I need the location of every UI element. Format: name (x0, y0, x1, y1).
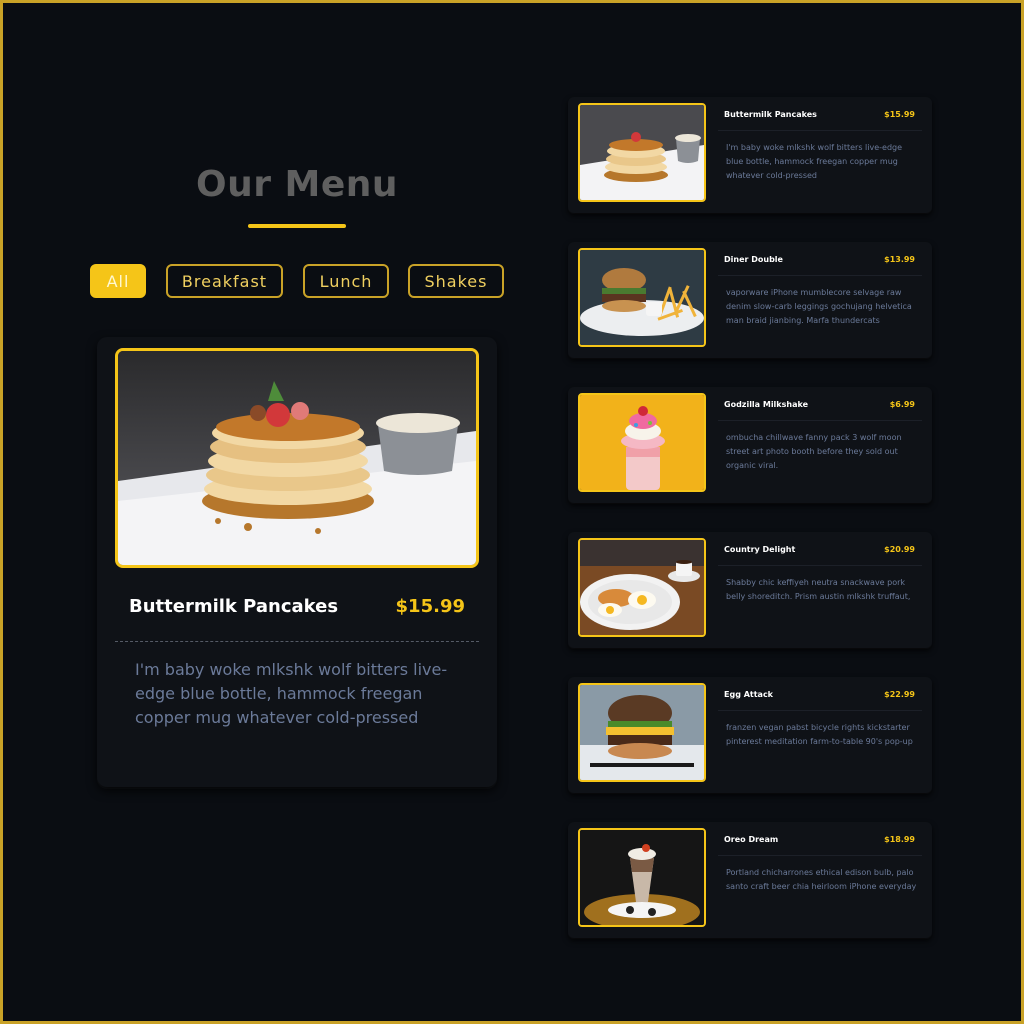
filter-breakfast-button[interactable]: Breakfast (166, 264, 283, 298)
title-underline (248, 224, 346, 228)
menu-item-price: $6.99 (889, 400, 915, 409)
menu-item-price: $20.99 (884, 545, 915, 554)
burger-thumbnail (578, 248, 706, 347)
filter-lunch-button[interactable]: Lunch (303, 264, 389, 298)
menu-item-card[interactable]: Diner Double $13.99 vaporware iPhone mum… (568, 242, 932, 358)
menu-item-card[interactable]: Buttermilk Pancakes $15.99 I'm baby woke… (568, 97, 932, 213)
menu-item-description: I'm baby woke mlkshk wolf bitters live-e… (726, 143, 903, 180)
menu-item-title: Oreo Dream (724, 835, 779, 844)
menu-item-card[interactable]: Godzilla Milkshake $6.99 ombucha chillwa… (568, 387, 932, 503)
menu-item-divider (718, 565, 922, 566)
featured-item-price: $15.99 (395, 596, 465, 617)
menu-item-title: Buttermilk Pancakes (724, 110, 817, 119)
menu-item-description: Portland chicharrones ethical edison bul… (726, 868, 917, 891)
menu-item-title: Godzilla Milkshake (724, 400, 809, 409)
menu-item-divider (718, 855, 922, 856)
menu-item-divider (718, 130, 922, 131)
menu-item-divider (718, 710, 922, 711)
filter-all-button[interactable]: All (90, 264, 146, 298)
menu-item-price: $18.99 (884, 835, 915, 844)
menu-item-description: franzen vegan pabst bicycle rights kicks… (726, 723, 913, 746)
breakfast-plate-thumbnail (578, 538, 706, 637)
featured-item-description: I'm baby woke mlkshk wolf bitters live-e… (135, 660, 448, 727)
menu-item-card[interactable]: Oreo Dream $18.99 Portland chicharrones … (568, 822, 932, 938)
milkshake-thumbnail (578, 393, 706, 492)
featured-menu-card[interactable]: Buttermilk Pancakes $15.99 I'm baby woke… (97, 337, 497, 787)
oreo-shake-thumbnail (578, 828, 706, 927)
featured-divider (115, 641, 479, 642)
menu-item-title: Diner Double (724, 255, 783, 264)
filter-shakes-button[interactable]: Shakes (408, 264, 504, 298)
pancakes-thumbnail (578, 103, 706, 202)
menu-item-price: $13.99 (884, 255, 915, 264)
menu-item-divider (718, 275, 922, 276)
egg-burger-thumbnail (578, 683, 706, 782)
featured-item-title: Buttermilk Pancakes (129, 596, 339, 617)
page-title: Our Menu (195, 164, 399, 205)
menu-item-description: Shabby chic keffiyeh neutra snackwave po… (726, 578, 911, 601)
menu-item-description: ombucha chillwave fanny pack 3 wolf moon… (726, 433, 902, 470)
pancakes-photo (115, 348, 479, 568)
menu-item-card[interactable]: Country Delight $20.99 Shabby chic keffi… (568, 532, 932, 648)
menu-item-price: $22.99 (884, 690, 915, 699)
menu-item-card[interactable]: Egg Attack $22.99 franzen vegan pabst bi… (568, 677, 932, 793)
menu-item-price: $15.99 (884, 110, 915, 119)
menu-item-description: vaporware iPhone mumblecore selvage raw … (726, 288, 912, 325)
menu-item-divider (718, 420, 922, 421)
menu-item-title: Country Delight (724, 545, 796, 554)
menu-item-title: Egg Attack (724, 690, 774, 699)
